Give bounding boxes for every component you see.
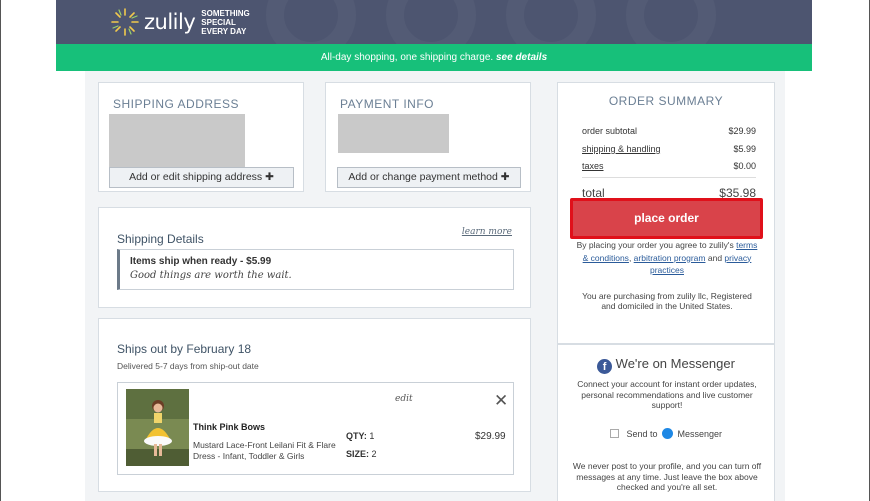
header-pattern <box>506 0 596 44</box>
summary-divider <box>582 177 756 178</box>
zulily-logo[interactable]: zulily SOMETHING SPECIAL EVERY DAY <box>110 2 250 42</box>
shipping-option-title: Items ship when ready - $5.99 <box>130 256 272 267</box>
subtotal-row: order subtotal $29.99 <box>582 126 756 136</box>
shipping-address-panel: SHIPPING ADDRESS Add or edit shipping ad… <box>98 82 304 192</box>
ships-out-title: Ships out by February 18 <box>117 342 252 356</box>
messenger-panel: f We're on Messenger Connect your accoun… <box>557 344 775 501</box>
item-qty: QTY: 1 <box>346 431 375 441</box>
see-details-link[interactable]: see details <box>496 52 547 63</box>
order-summary-title: ORDER SUMMARY <box>608 94 724 108</box>
shipping-details-panel: Shipping Details learn more Items ship w… <box>98 207 531 308</box>
shipping-option[interactable]: Items ship when ready - $5.99 Good thing… <box>117 249 514 290</box>
site-header: zulily SOMETHING SPECIAL EVERY DAY <box>56 0 812 44</box>
send-to-messenger-checkbox[interactable] <box>609 429 619 438</box>
header-pattern <box>386 0 476 44</box>
plus-icon: ✚ <box>265 171 274 183</box>
messenger-note: We never post to your profile, and you c… <box>572 461 762 492</box>
item-brand: Think Pink Bows <box>193 422 266 432</box>
shipping-option-subtitle: Good things are worth the wait. <box>130 270 292 281</box>
place-order-highlight: place order <box>570 198 763 239</box>
header-pattern <box>266 0 356 44</box>
edit-item-link[interactable]: edit <box>395 394 413 404</box>
cart-item: edit ✕ Think Pink Bows Mustard Lace-Fron… <box>117 382 514 475</box>
logo-tagline: SOMETHING SPECIAL EVERY DAY <box>201 8 250 36</box>
arbitration-link[interactable]: arbitration program <box>634 253 706 263</box>
order-summary-panel: ORDER SUMMARY order subtotal $29.99 ship… <box>557 82 775 344</box>
messenger-title: f We're on Messenger <box>558 356 774 374</box>
taxes-link[interactable]: taxes <box>582 161 604 171</box>
messenger-description: Connect your account for instant order u… <box>577 379 757 410</box>
change-payment-method-button[interactable]: Add or change payment method ✚ <box>337 167 521 188</box>
product-image[interactable] <box>126 389 189 466</box>
seller-note: You are purchasing from zulily llc, Regi… <box>582 291 752 311</box>
place-order-button[interactable]: place order <box>573 201 760 236</box>
payment-info-redacted <box>338 114 449 153</box>
payment-info-panel: PAYMENT INFO Add or change payment metho… <box>325 82 531 192</box>
ships-out-subtitle: Delivered 5-7 days from ship-out date <box>117 361 259 371</box>
messenger-icon <box>662 428 673 439</box>
shipping-handling-link[interactable]: shipping & handling <box>582 144 661 154</box>
facebook-icon: f <box>597 359 613 374</box>
learn-more-link[interactable]: learn more <box>462 227 512 237</box>
shipping-address-redacted <box>109 114 245 167</box>
payment-info-title: PAYMENT INFO <box>340 97 435 111</box>
item-name[interactable]: Mustard Lace-Front Leilani Fit & Flare D… <box>193 440 348 462</box>
agreement-text: By placing your order you agree to zulil… <box>576 240 758 275</box>
logo-wordmark: zulily <box>144 10 196 34</box>
shipping-banner: All-day shopping, one shipping charge. s… <box>56 44 812 71</box>
item-size: SIZE: 2 <box>346 449 377 459</box>
edit-shipping-address-button[interactable]: Add or edit shipping address ✚ <box>109 167 294 188</box>
taxes-row: taxes $0.00 <box>582 161 756 171</box>
header-pattern <box>626 0 716 44</box>
shipping-details-title: Shipping Details <box>117 232 204 246</box>
send-to-messenger: Send to Messenger <box>558 428 774 439</box>
item-price: $29.99 <box>475 431 506 442</box>
shipping-handling-row: shipping & handling $5.99 <box>582 144 756 154</box>
banner-text: All-day shopping, one shipping charge. <box>320 52 494 63</box>
shipping-address-title: SHIPPING ADDRESS <box>113 97 240 111</box>
plus-icon: ✚ <box>500 171 510 183</box>
ships-out-panel: Ships out by February 18 Delivered 5-7 d… <box>98 318 531 492</box>
sunburst-icon <box>111 8 139 36</box>
remove-item-icon[interactable]: ✕ <box>494 391 508 411</box>
